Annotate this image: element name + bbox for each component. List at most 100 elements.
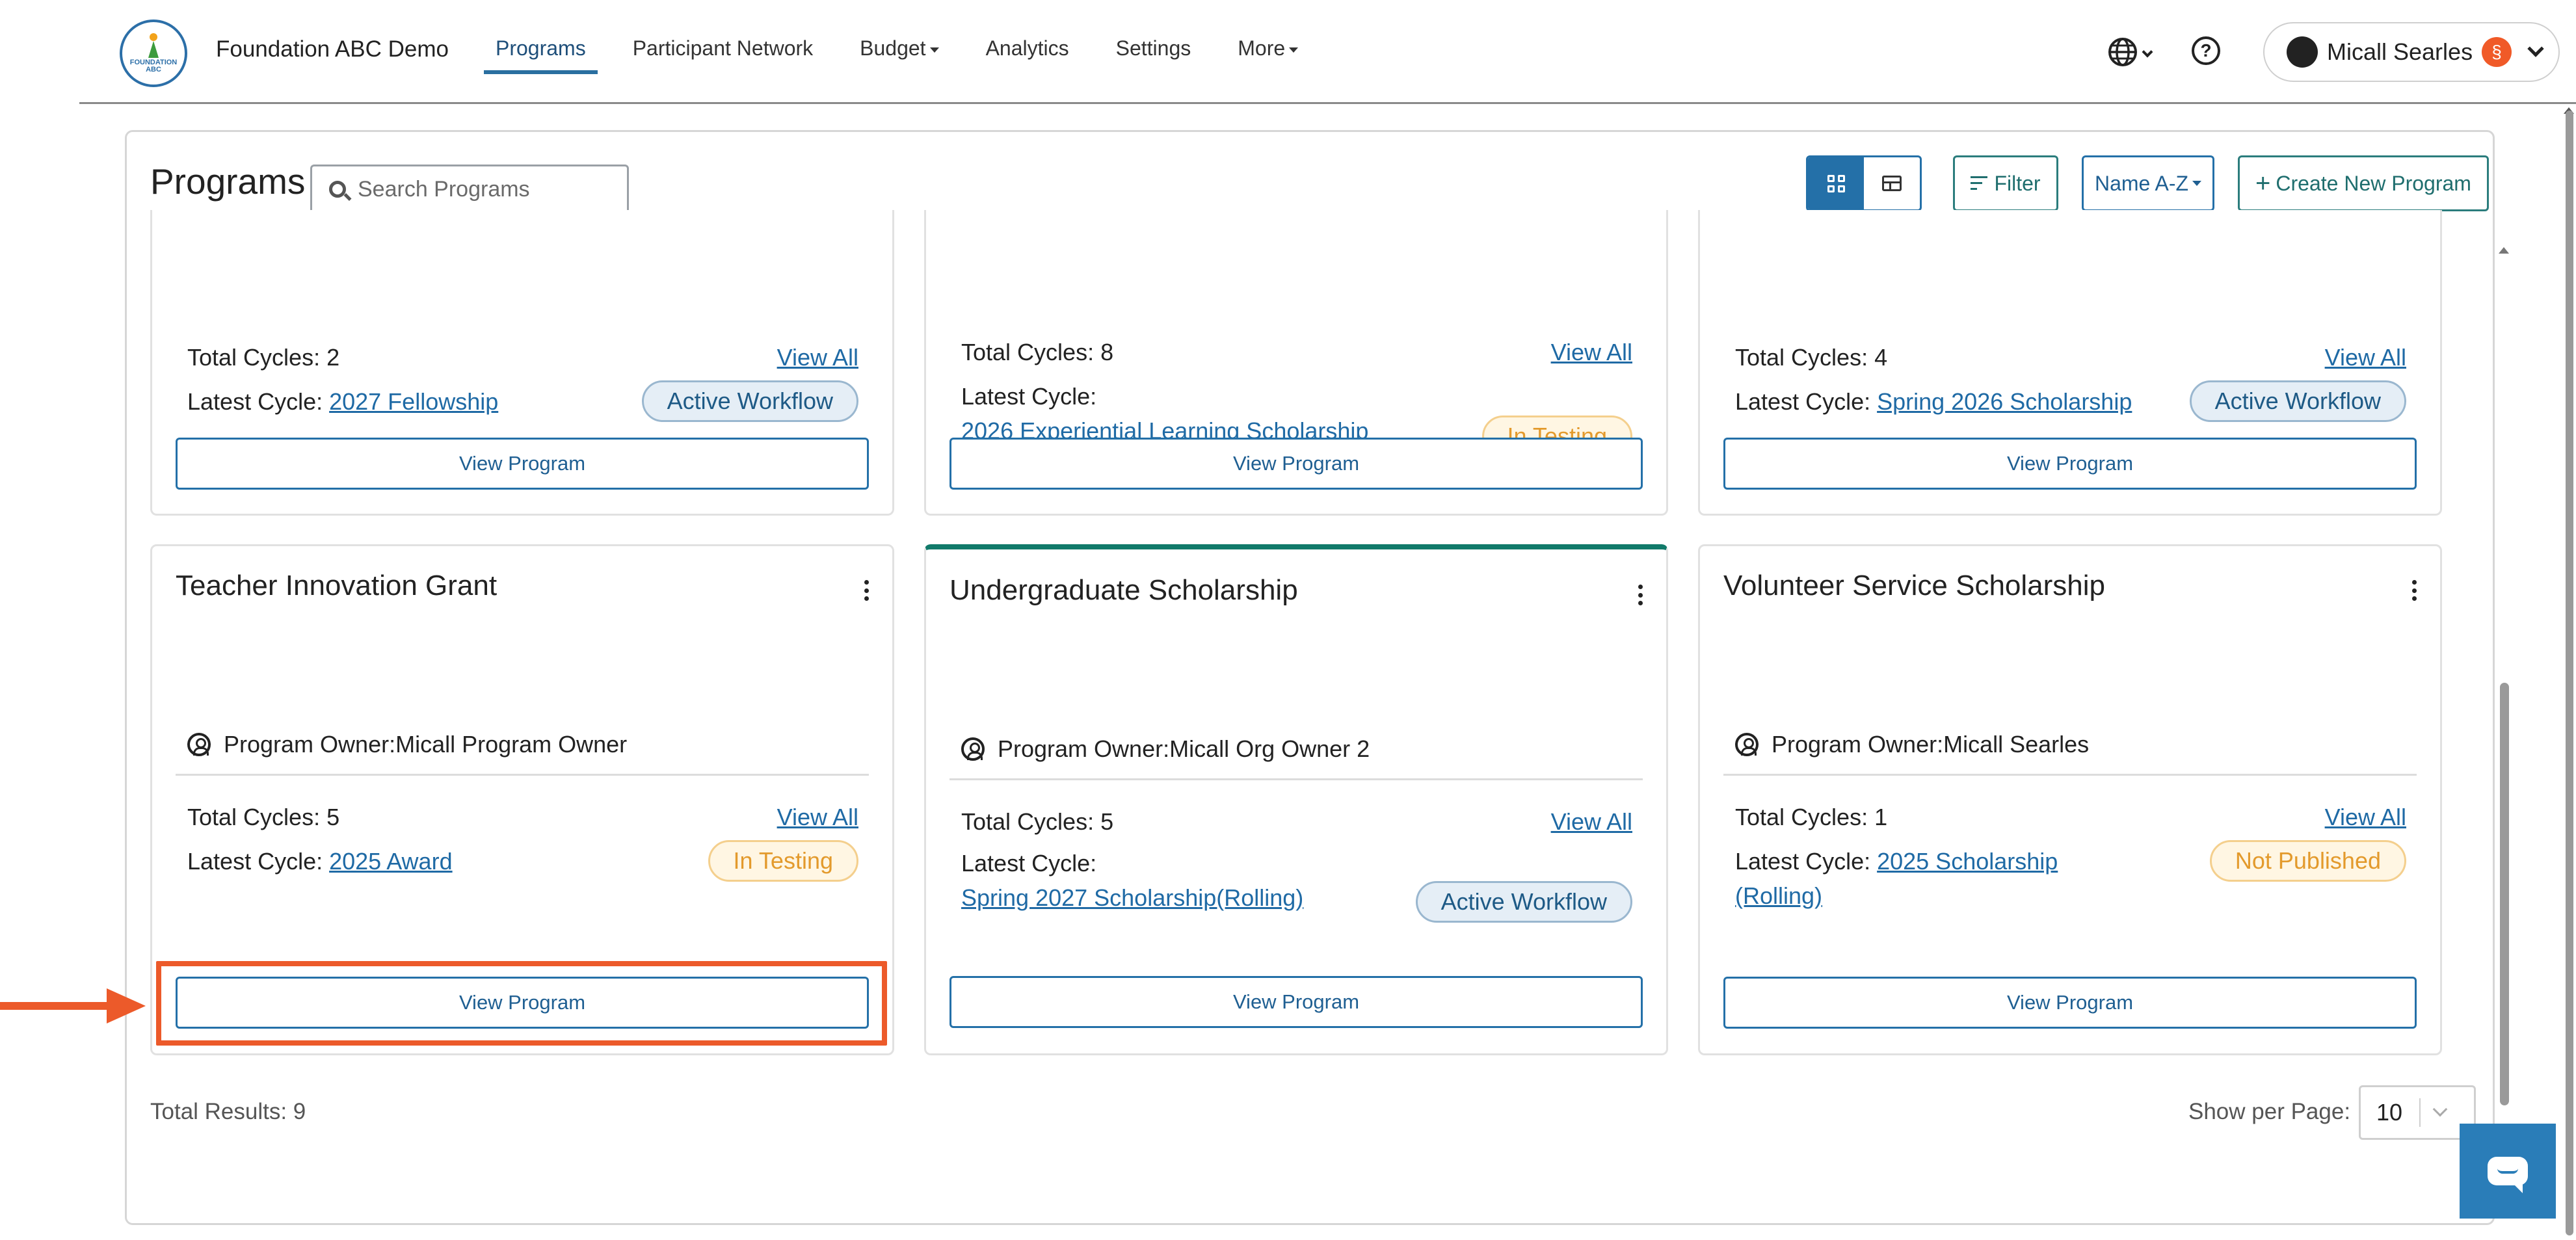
latest-cycle-link[interactable]: Spring 2026 Scholarship: [1877, 388, 2132, 415]
view-program-button[interactable]: View Program: [1723, 977, 2417, 1029]
latest-cycle-link[interactable]: Spring 2027 Scholarship(Rolling): [961, 884, 1303, 911]
create-program-button[interactable]: + Create New Program: [2238, 155, 2489, 211]
program-owner: Program Owner: Micall Program Owner: [187, 731, 627, 758]
page-scrollbar[interactable]: [2566, 111, 2573, 1235]
nav-analytics[interactable]: Analytics: [986, 0, 1069, 74]
per-page-select[interactable]: 10: [2359, 1085, 2476, 1140]
latest-cycle: Latest Cycle: Spring 2027 Scholarship(Ro…: [961, 850, 1304, 911]
divider: [949, 778, 1643, 780]
more-options-icon[interactable]: [864, 580, 869, 601]
plus-icon: +: [2255, 169, 2271, 198]
integration-icon: §: [2482, 37, 2512, 67]
more-options-icon[interactable]: [1638, 585, 1643, 605]
more-options-icon[interactable]: [2411, 580, 2417, 601]
user-name: Micall Searles: [2327, 38, 2473, 65]
nav-more-label: More: [1238, 36, 1286, 60]
per-page-label: Show per Page:: [2188, 1099, 2351, 1124]
status-badge: Active Workflow: [1415, 881, 1632, 923]
program-card: Total Cycles: 4 View All Latest Cycle: S…: [1698, 210, 2442, 516]
nav-programs-label: Programs: [496, 36, 586, 60]
sort-dropdown[interactable]: Name A-Z: [2082, 155, 2214, 211]
status-badge: In Testing: [708, 840, 858, 882]
program-card: Undergraduate Scholarship Program Owner:…: [924, 544, 1668, 1055]
filter-label: Filter: [1994, 171, 2041, 195]
total-cycles: Total Cycles: 5: [961, 808, 1114, 835]
caret-down-icon: [929, 47, 939, 53]
view-program-button[interactable]: View Program: [1723, 438, 2417, 490]
chat-button[interactable]: [2460, 1124, 2556, 1219]
create-program-label: Create New Program: [2276, 171, 2471, 195]
globe-icon: [2108, 38, 2137, 66]
program-title: Teacher Innovation Grant: [176, 570, 498, 601]
latest-cycle: Latest Cycle: 2025 Award: [187, 848, 453, 875]
view-program-button[interactable]: View Program: [176, 438, 869, 490]
chat-icon: [2488, 1157, 2528, 1193]
nav-participant-network[interactable]: Participant Network: [633, 0, 813, 74]
nav-participant-network-label: Participant Network: [632, 36, 814, 60]
divider: [1723, 774, 2417, 776]
total-cycles: Total Cycles: 2: [187, 344, 340, 371]
scroll-up-icon[interactable]: [2499, 247, 2509, 254]
table-view-button[interactable]: [1864, 157, 1920, 209]
view-program-button[interactable]: View Program: [949, 976, 1643, 1028]
user-menu[interactable]: Micall Searles §: [2263, 22, 2560, 82]
language-selector[interactable]: [2107, 36, 2159, 69]
status-badge: Active Workflow: [641, 380, 858, 422]
nav-links: Programs Participant Network Budget Anal…: [484, 0, 1345, 104]
view-all-link[interactable]: View All: [777, 344, 858, 371]
divider: [176, 774, 869, 776]
caret-down-icon: [1289, 47, 1299, 53]
latest-cycle: Latest Cycle: 2027 Fellowship: [187, 388, 499, 415]
nav-analytics-label: Analytics: [985, 36, 1069, 60]
grid-view-button[interactable]: [1808, 157, 1864, 209]
view-all-link[interactable]: View All: [2325, 804, 2406, 831]
user-circle-icon: [961, 737, 985, 761]
divider: [2419, 1098, 2421, 1127]
program-title: Undergraduate Scholarship: [949, 574, 1298, 606]
view-all-link[interactable]: View All: [1551, 339, 1632, 366]
highlight-box: [156, 961, 887, 1046]
chevron-down-icon: [2142, 46, 2153, 58]
view-all-link[interactable]: View All: [777, 804, 858, 831]
user-circle-icon: [1735, 733, 1759, 756]
program-card: Total Cycles: 8 View All Latest Cycle: 2…: [924, 210, 1668, 516]
program-owner: Program Owner: Micall Searles: [1735, 731, 2089, 758]
user-circle-icon: [187, 733, 211, 756]
search-box[interactable]: [310, 165, 629, 214]
total-cycles: Total Cycles: 5: [187, 804, 340, 830]
program-title: Volunteer Service Scholarship: [1723, 570, 2105, 601]
program-card: Total Cycles: 2 View All Latest Cycle: 2…: [150, 210, 894, 516]
latest-cycle: Latest Cycle: Spring 2026 Scholarship: [1735, 388, 2132, 415]
view-program-button[interactable]: View Program: [949, 438, 1643, 490]
search-input[interactable]: [358, 176, 605, 202]
logo-figure-icon: [142, 33, 165, 59]
latest-cycle-link[interactable]: 2027 Fellowship: [329, 388, 498, 415]
sort-label: Name A-Z: [2094, 171, 2189, 195]
nav-more[interactable]: More: [1238, 0, 1299, 74]
chevron-down-icon: [2432, 1101, 2448, 1117]
panel-scrollbar[interactable]: [2500, 683, 2509, 1105]
program-card: Volunteer Service Scholarship Program Ow…: [1698, 544, 2442, 1055]
view-all-link[interactable]: View All: [1551, 808, 1632, 836]
nav-budget[interactable]: Budget: [860, 0, 939, 74]
foundation-logo[interactable]: FOUNDATION ABC: [120, 20, 187, 87]
filter-button[interactable]: Filter: [1953, 155, 2058, 211]
view-all-link[interactable]: View All: [2325, 344, 2406, 371]
avatar: [2287, 36, 2318, 68]
total-results: Total Results: 9: [150, 1099, 306, 1124]
page-title: Programs: [150, 161, 306, 202]
view-toggle: [1806, 155, 1922, 211]
nav-settings[interactable]: Settings: [1116, 0, 1191, 74]
brand-name[interactable]: Foundation ABC Demo: [216, 36, 449, 62]
per-page-value: 10: [2376, 1099, 2403, 1126]
total-cycles: Total Cycles: 8: [961, 339, 1114, 365]
arrow-icon: [0, 988, 156, 1023]
nav-settings-label: Settings: [1115, 36, 1191, 60]
programs-panel: Programs Filter Name A-Z + Create New Pr…: [125, 130, 2495, 1225]
status-badge: Not Published: [2209, 840, 2406, 882]
total-cycles: Total Cycles: 1: [1735, 804, 1888, 830]
nav-programs[interactable]: Programs: [484, 0, 598, 74]
help-icon[interactable]: ?: [2192, 36, 2220, 65]
latest-cycle-link[interactable]: 2025 Award: [329, 848, 453, 875]
logo-text: FOUNDATION ABC: [129, 59, 178, 73]
